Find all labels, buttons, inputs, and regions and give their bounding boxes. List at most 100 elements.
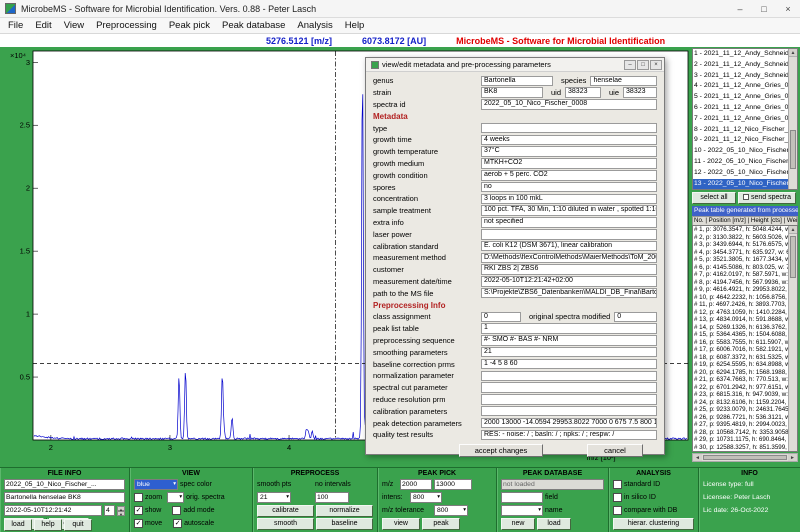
dialog-close-icon[interactable]: ×	[650, 60, 662, 70]
customer-field[interactable]: RKI ZBS 2| ZBS6	[481, 264, 657, 275]
compare-with-db-checkbox[interactable]	[613, 506, 622, 515]
peak-list-item[interactable]: # 7, p: 4162.0197, h: 587.5971, w: 5.812…	[693, 271, 797, 279]
load-info-button[interactable]: load	[4, 519, 32, 531]
calibrate-button[interactable]: calibrate	[257, 505, 314, 517]
uid-field[interactable]: 38323	[565, 87, 601, 98]
peak-list-table-field[interactable]: 1	[481, 323, 657, 334]
spectra-scrollbar-thumb[interactable]	[790, 130, 796, 169]
peak-list-item[interactable]: # 30, p: 12588.3257, h: 851.3599, w: 8.1…	[693, 444, 797, 452]
organism-field[interactable]: Bartonella henselae BK8	[4, 492, 125, 503]
peak-list-item[interactable]: # 10, p: 4642.2232, h: 1056.8756, w: 6.9…	[693, 294, 797, 302]
menu-help[interactable]: Help	[339, 20, 371, 31]
smoothing-parameters-field[interactable]: 21	[481, 347, 657, 358]
spectrum-number-stepper[interactable]: ▲▼	[117, 506, 125, 516]
menu-analysis[interactable]: Analysis	[291, 20, 338, 31]
peak-db-field-input[interactable]	[501, 492, 543, 503]
peak-list-item[interactable]: # 9, p: 4616.4921, h: 29953.8022, w: 7.3…	[693, 286, 797, 294]
spectra-list-item[interactable]: 1 - 2021_11_12_Andy_Schneider_00	[693, 49, 797, 60]
peak-list-item[interactable]: # 21, p: 6374.7663, h: 770.513, w: 7.022…	[693, 376, 797, 384]
peak-list-item[interactable]: # 2, p: 3130.3822, h: 5603.5026, w: 6.03…	[693, 234, 797, 242]
measurement-date-time-field[interactable]: 2022-05-10T12:21:42+02:00	[481, 276, 657, 287]
send-spectra-button[interactable]: send spectra	[738, 192, 796, 204]
orig-spectra-dropdown[interactable]	[167, 492, 184, 503]
standard-id-checkbox[interactable]	[613, 480, 622, 489]
mz-tolerance-dropdown[interactable]: 800	[434, 505, 468, 516]
strain-field[interactable]: BK8	[481, 87, 543, 98]
type-field[interactable]	[481, 123, 657, 134]
laser-power-field[interactable]	[481, 229, 657, 240]
menu-view[interactable]: View	[58, 20, 90, 31]
peak-detection-parameters-field[interactable]: 2000 13000 -14.0594 29953.8022 7000 0 67…	[481, 418, 657, 429]
dialog-maximize-icon[interactable]: □	[637, 60, 649, 70]
spectra-id-field[interactable]: 2022_05_10_Nico_Fischer_0008	[481, 99, 657, 110]
peak-list-item[interactable]: # 16, p: 5583.7555, h: 611.5907, w: 6.64…	[693, 339, 797, 347]
spectra-list-item[interactable]: 6 - 2021_11_12_Anne_Gries_0015	[693, 103, 797, 114]
spectra-list-item[interactable]: 12 - 2022_05_10_Nico_Fischer_0007	[693, 168, 797, 179]
minimize-icon[interactable]: –	[728, 0, 752, 17]
mz-from-field[interactable]: 2000	[400, 479, 432, 490]
sample-treatment-field[interactable]: 100 pct. TFA, 30 Min, 1:10 diluted in wa…	[481, 205, 657, 216]
peak-list-item[interactable]: # 29, p: 10731.1175, h: 690.8464, w: 7.9…	[693, 436, 797, 444]
quality-test-results-field[interactable]: RES: - noise: / ; basln: / ; npks: / ; r…	[481, 430, 657, 441]
maximize-icon[interactable]: □	[752, 0, 776, 17]
accept-changes-button[interactable]: accept changes	[459, 444, 543, 457]
intens-dropdown[interactable]: 800	[410, 492, 442, 503]
normalization-parameter-field[interactable]	[481, 371, 657, 382]
peak-list-item[interactable]: # 25, p: 9233.0079, h: 24631.7645, w: 7.…	[693, 406, 797, 414]
peak-list-item[interactable]: # 23, p: 6815.316, h: 947.9039, w: 9.471…	[693, 391, 797, 399]
quit-button[interactable]: quit	[64, 519, 92, 531]
dialog-minimize-icon[interactable]: –	[624, 60, 636, 70]
peak-list-hscrollbar[interactable]: ◄ ►	[692, 453, 798, 462]
species-field[interactable]: henselae	[590, 76, 657, 87]
datetime-field[interactable]: 2022-05-10T12:21:42	[4, 505, 102, 516]
peak-list-item[interactable]: # 24, p: 8132.6106, h: 1159.2204, w: 6.4…	[693, 399, 797, 407]
select-all-button[interactable]: select all	[692, 192, 736, 204]
peak-list-item[interactable]: # 17, p: 6006.7016, h: 582.1921, w: 7.13…	[693, 346, 797, 354]
add-mode-checkbox[interactable]	[172, 506, 181, 515]
peak-list-item[interactable]: # 6, p: 4145.5086, h: 803.025, w: 7.9841	[693, 264, 797, 272]
cancel-button[interactable]: cancel	[587, 444, 643, 457]
mz-to-field[interactable]: 13000	[434, 479, 472, 490]
peak-list-item[interactable]: # 13, p: 4834.0914, h: 591.8688, w: 5.73…	[693, 316, 797, 324]
peak-list-item[interactable]: # 8, p: 4194.7456, h: 567.9936, w: 6.145…	[693, 279, 797, 287]
spectral-cut-parameter-field[interactable]	[481, 382, 657, 393]
spectra-list-item[interactable]: 7 - 2021_11_12_Anne_Gries_0016	[693, 114, 797, 125]
spectra-list-item[interactable]: 13 - 2022_05_10_Nico_Fischer_0008	[693, 179, 797, 190]
class-assignment-field[interactable]: 0	[481, 312, 521, 323]
peak-scrollbar[interactable]: ▲ ▼	[788, 226, 797, 451]
peak-list-item[interactable]: # 15, p: 5364.4365, h: 1504.6088, w: 6.2…	[693, 331, 797, 339]
spectra-scrollbar[interactable]: ▲ ▼	[788, 49, 797, 189]
calibration-standard-field[interactable]: E. coli K12 (DSM 3671), linear calibrati…	[481, 241, 657, 252]
peak-list-item[interactable]: # 18, p: 6087.3372, h: 631.5325, w: 5.94…	[693, 354, 797, 362]
menu-edit[interactable]: Edit	[29, 20, 57, 31]
peak-list-item[interactable]: # 28, p: 10568.7142, h: 3353.9058, w: 7.…	[693, 429, 797, 437]
spectra-list-item[interactable]: 11 - 2022_05_10_Nico_Fischer_0006	[693, 157, 797, 168]
scroll-up-icon[interactable]: ▲	[789, 226, 797, 234]
extra-info-field[interactable]: not specified	[481, 217, 657, 228]
stepper-down-icon[interactable]: ▼	[117, 511, 125, 516]
scroll-left-icon[interactable]: ◄	[693, 454, 702, 461]
no-intervals-field[interactable]: 100	[315, 492, 349, 503]
peak-list-item[interactable]: # 20, p: 6294.1785, h: 1568.1988, w: 6.3…	[693, 369, 797, 377]
preprocessing-sequence-field[interactable]: #- SMO #- BAS #- NRM	[481, 335, 657, 346]
peak-scrollbar-thumb[interactable]	[790, 236, 796, 278]
peak-list-item[interactable]: # 3, p: 3439.6944, h: 5176.6575, w: 5.52…	[693, 241, 797, 249]
path-to-the-ms-file-field[interactable]: S:\Projekte\ZBS6_Datenbanken\MALDI_DB_Fi…	[481, 288, 657, 299]
show-checkbox[interactable]: ✓	[134, 506, 143, 515]
menu-peak-database[interactable]: Peak database	[216, 20, 291, 31]
growth-time-field[interactable]: 4 weeks	[481, 135, 657, 146]
menu-file[interactable]: File	[2, 20, 29, 31]
help-button[interactable]: help	[34, 519, 62, 531]
calibration-parameters-field[interactable]	[481, 406, 657, 417]
scroll-right-icon[interactable]: ►	[788, 454, 797, 461]
peak-list-item[interactable]: # 27, p: 9395.4819, h: 2994.0023, w: 7.2…	[693, 421, 797, 429]
spectra-list-item[interactable]: 4 - 2021_11_12_Anne_Gries_0013	[693, 81, 797, 92]
scroll-up-icon[interactable]: ▲	[789, 49, 797, 57]
baseline-correction-prms-field[interactable]: 1 -4 5 8 60	[481, 359, 657, 370]
dialog-titlebar[interactable]: view/edit metadata and pre-processing pa…	[366, 58, 664, 72]
peak-list-item[interactable]: # 22, p: 6701.2942, h: 977.6151, w: 6.17…	[693, 384, 797, 392]
in-silico-id-checkbox[interactable]	[613, 493, 622, 502]
peak-list-item[interactable]: # 11, p: 4697.2426, h: 3893.7703, w: 6.4…	[693, 301, 797, 309]
growth-temperature-field[interactable]: 37°C	[481, 146, 657, 157]
menu-preprocessing[interactable]: Preprocessing	[90, 20, 163, 31]
